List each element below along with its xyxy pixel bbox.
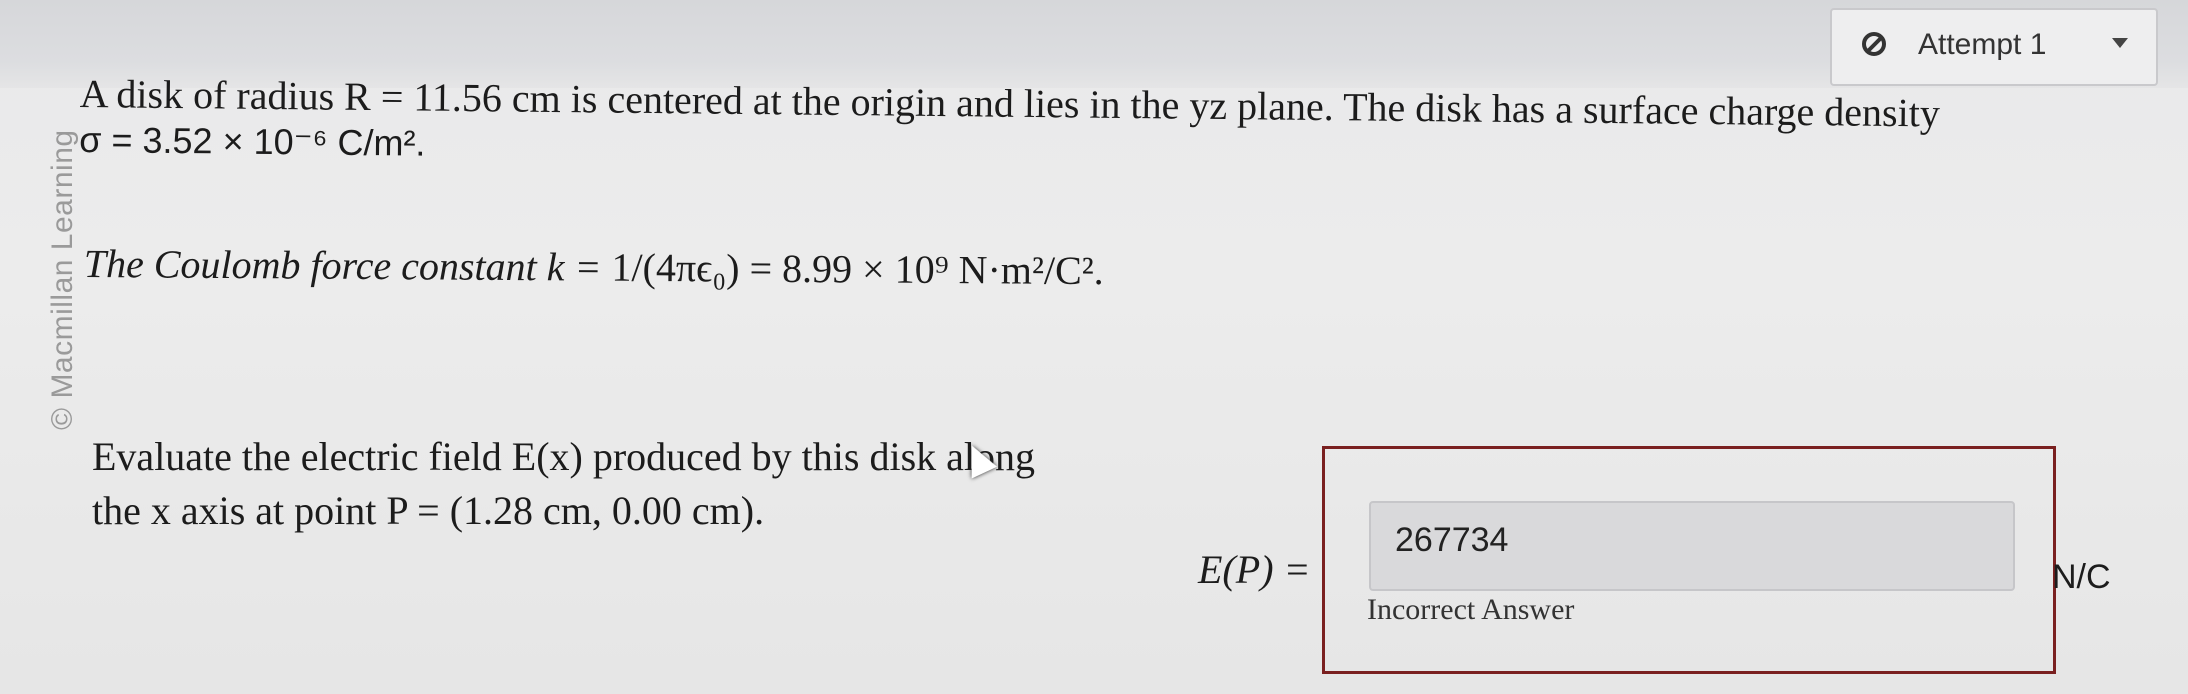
ban-icon [1862,32,1886,56]
problem-statement: A disk of radius R = 11.56 cm is centere… [79,70,1940,181]
question-line-2: the x axis at point P = (1.28 cm, 0.00 c… [92,488,765,533]
chevron-down-icon [2112,38,2128,48]
coulomb-equation: 1/(4πϵ₀) = 8.99 × 10⁹ N·m²/C². [611,244,1104,294]
question-text: Evaluate the electric field E(x) produce… [92,430,1092,538]
answer-label: E(P) = [1198,547,1311,592]
question-line-1: Evaluate the electric field E(x) produce… [92,434,1036,479]
answer-input[interactable]: 267734 [1369,501,2015,591]
copyright-watermark: © Macmillan Learning [46,129,79,430]
answer-units: N/C [2052,558,2111,596]
coulomb-prefix: The Coulomb force constant k = [83,240,612,290]
answer-box: 267734 Incorrect Answer [1322,446,2056,674]
answer-status: Incorrect Answer [1367,593,1575,626]
coulomb-constant: The Coulomb force constant k = 1/(4πϵ₀) … [84,240,1104,294]
attempt-dropdown[interactable]: Attempt 1 [1830,8,2158,86]
attempt-label: Attempt 1 [1918,28,2047,61]
